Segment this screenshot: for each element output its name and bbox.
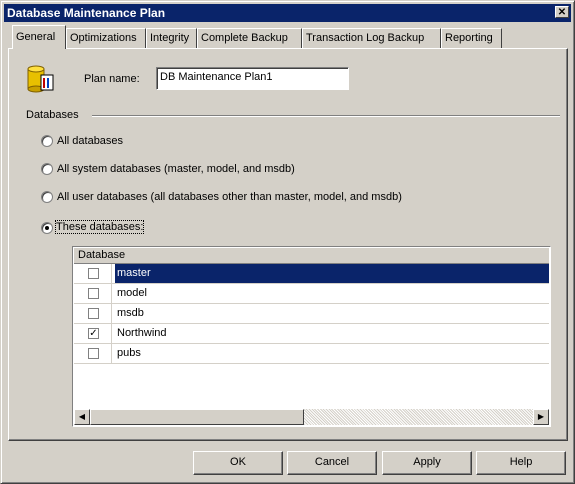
- tab-label: Complete Backup: [201, 32, 288, 44]
- tab-label: Reporting: [445, 32, 493, 44]
- row-checkbox[interactable]: ✓: [88, 328, 99, 339]
- tab-integrity[interactable]: Integrity: [146, 28, 197, 48]
- radio-all-databases-label[interactable]: All databases: [57, 135, 123, 147]
- tab-label: Integrity: [150, 32, 190, 44]
- radio-all-databases[interactable]: [41, 135, 53, 147]
- databases-group-label: Databases: [26, 109, 79, 121]
- table-row[interactable]: ✓ Northwind: [74, 324, 549, 344]
- apply-button[interactable]: Apply: [382, 451, 472, 475]
- cancel-button[interactable]: Cancel: [287, 451, 377, 475]
- table-row[interactable]: msdb: [74, 304, 549, 324]
- row-checkbox[interactable]: [88, 268, 99, 279]
- database-name: pubs: [117, 347, 141, 359]
- title-bar[interactable]: Database Maintenance Plan ✕: [4, 4, 571, 22]
- radio-system-databases[interactable]: [41, 163, 53, 175]
- maintenance-plan-dialog: Database Maintenance Plan ✕ General Opti…: [0, 0, 575, 484]
- tab-complete-backup[interactable]: Complete Backup: [197, 28, 302, 48]
- scroll-left-icon[interactable]: ◀: [74, 409, 90, 425]
- ok-button[interactable]: OK: [193, 451, 283, 475]
- tab-optimizations[interactable]: Optimizations: [66, 28, 146, 48]
- horizontal-scrollbar[interactable]: ◀ ▶: [74, 409, 549, 425]
- close-button[interactable]: ✕: [555, 6, 569, 18]
- database-grid[interactable]: Database master model msdb ✓ Northwind p…: [72, 246, 551, 427]
- table-row[interactable]: pubs: [74, 344, 549, 364]
- radio-user-databases[interactable]: [41, 191, 53, 203]
- database-name: msdb: [117, 307, 144, 319]
- radio-system-databases-label[interactable]: All system databases (master, model, and…: [57, 163, 295, 175]
- plan-name-label: Plan name:: [84, 73, 140, 85]
- radio-these-databases-label[interactable]: These databases:: [54, 220, 145, 234]
- grid-column-header[interactable]: Database: [74, 248, 549, 264]
- row-checkbox[interactable]: [88, 288, 99, 299]
- scroll-thumb[interactable]: [90, 409, 304, 425]
- database-plan-icon: [27, 65, 54, 93]
- radio-user-databases-label[interactable]: All user databases (all databases other …: [57, 191, 402, 203]
- tab-transaction-log-backup[interactable]: Transaction Log Backup: [302, 28, 441, 48]
- database-name: model: [117, 287, 147, 299]
- table-row[interactable]: master: [74, 264, 549, 284]
- window-title: Database Maintenance Plan: [7, 6, 166, 20]
- tab-reporting[interactable]: Reporting: [441, 28, 502, 48]
- database-name: Northwind: [117, 327, 167, 339]
- row-checkbox[interactable]: [88, 348, 99, 359]
- database-name: master: [115, 264, 549, 283]
- row-checkbox[interactable]: [88, 308, 99, 319]
- scroll-right-icon[interactable]: ▶: [533, 409, 549, 425]
- radio-these-databases[interactable]: [41, 222, 53, 234]
- group-divider: [92, 115, 560, 117]
- tab-label: Optimizations: [70, 32, 137, 44]
- tab-label: General: [16, 31, 56, 43]
- table-row[interactable]: model: [74, 284, 549, 304]
- plan-name-input[interactable]: DB Maintenance Plan1: [156, 67, 349, 90]
- tab-label: Transaction Log Backup: [306, 32, 425, 44]
- tab-general[interactable]: General: [12, 25, 66, 49]
- help-button[interactable]: Help: [476, 451, 566, 475]
